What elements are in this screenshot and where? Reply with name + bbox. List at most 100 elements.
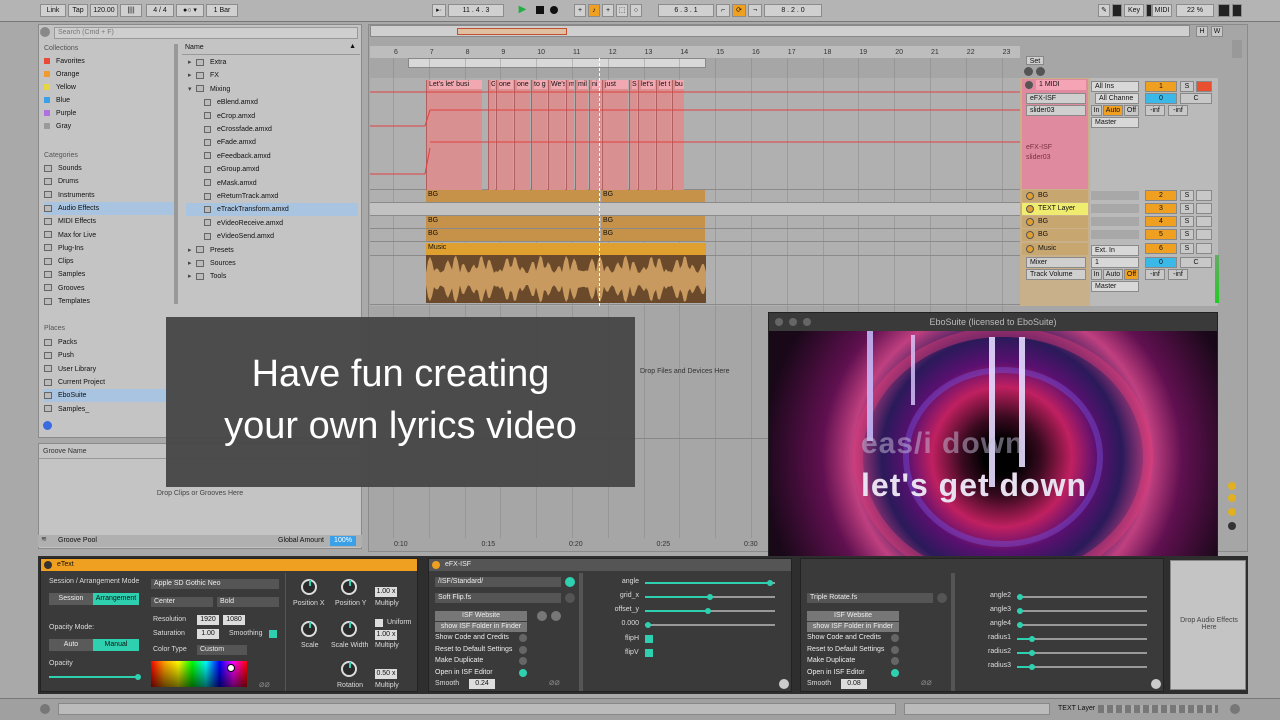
isf1-expand-icon[interactable]	[779, 679, 789, 689]
track-1-solo[interactable]: S	[1180, 81, 1194, 92]
file-list-item[interactable]: eTrackTransform.amxd	[186, 203, 358, 217]
track-activator[interactable]: 2	[1145, 190, 1177, 201]
place-item[interactable]: Push	[44, 349, 74, 362]
monitor-off-button[interactable]: Off	[1124, 105, 1139, 116]
music-channel-chooser[interactable]: 1	[1091, 257, 1139, 268]
browser-collapse-icon[interactable]	[40, 27, 50, 37]
isf1-flipv-checkbox[interactable]	[645, 649, 653, 657]
chevron-right-icon[interactable]: ▸	[188, 56, 196, 69]
key-map-indicator[interactable]	[1112, 4, 1122, 17]
collection-item[interactable]: Gray	[44, 120, 71, 133]
chevron-right-icon[interactable]: ▸	[188, 270, 196, 283]
file-list-item[interactable]: eBlend.amxd	[186, 96, 358, 109]
bg-clip-5[interactable]: BG	[426, 229, 600, 241]
isf1-website-button[interactable]: ISF Website	[435, 611, 527, 621]
track-header[interactable]: Music	[1022, 243, 1088, 255]
groove-drop-zone[interactable]: Drop Clips or Grooves Here	[39, 490, 361, 497]
track-1-volume[interactable]: 0	[1145, 93, 1177, 104]
file-list-item[interactable]: eCrossfade.amxd	[186, 123, 358, 136]
track-arm[interactable]	[1196, 229, 1212, 240]
drop-audio-effects-zone[interactable]: Drop Audio Effects Here	[1170, 560, 1246, 690]
font-chooser[interactable]: Apple SD Gothic Neo	[151, 579, 279, 589]
isf-param-slider[interactable]	[1017, 650, 1147, 656]
midi-map-button[interactable]: MIDI	[1152, 4, 1172, 17]
position-y-knob[interactable]	[341, 579, 357, 595]
isf-param-handle[interactable]	[707, 594, 713, 600]
isf1-next-icon[interactable]	[551, 611, 561, 621]
set-button[interactable]: Set	[1026, 56, 1044, 65]
track-arm[interactable]	[1196, 243, 1212, 254]
monitor-auto-button[interactable]: Auto	[1103, 105, 1123, 116]
file-list-item[interactable]: eMask.amxd	[186, 177, 358, 190]
isf1-prev-icon[interactable]	[537, 611, 547, 621]
isf-param-slider[interactable]	[1017, 594, 1147, 600]
category-item[interactable]: Sounds	[44, 162, 82, 175]
session-record-button[interactable]: ○	[630, 4, 642, 17]
video-window[interactable]: EboSuite (licensed to EboSuite) eas/i do…	[768, 312, 1218, 584]
category-item[interactable]: Clips	[44, 255, 74, 268]
chevron-right-icon[interactable]: ▸	[188, 244, 196, 257]
position-multiply-field[interactable]: 1.00 x	[375, 587, 397, 597]
monitor-in-button[interactable]: In	[1091, 105, 1102, 116]
category-item[interactable]: MIDI Effects	[44, 215, 96, 228]
locator-prev-icon[interactable]	[1024, 67, 1033, 76]
isf-param-slider[interactable]	[1017, 608, 1147, 614]
uniform-checkbox[interactable]	[375, 619, 383, 627]
isf1-title[interactable]: eFX-ISF	[429, 559, 791, 571]
resolution-width[interactable]: 1920	[197, 615, 219, 625]
isf-menu-item[interactable]: Open in ISF Editor	[435, 668, 493, 678]
file-list-item[interactable]: eFeedback.amxd	[186, 150, 358, 163]
bg-clip-1[interactable]: BG	[426, 190, 600, 202]
isf1-smooth-field[interactable]: 0.24	[469, 679, 495, 689]
track-fold-icon[interactable]	[1026, 205, 1034, 213]
resolution-height[interactable]: 1080	[223, 615, 245, 625]
isf1-open-icon[interactable]	[565, 593, 575, 603]
track-header[interactable]: TEXT Layer	[1022, 203, 1088, 215]
saturation-field[interactable]: 1.00	[197, 629, 219, 639]
category-item[interactable]: Templates	[44, 295, 90, 308]
bg-clip-3[interactable]: BG	[426, 216, 600, 228]
align-chooser[interactable]: Center	[151, 597, 213, 607]
isf-param-handle[interactable]	[1029, 636, 1036, 642]
metronome-toggle[interactable]: ●○ ▾	[176, 4, 204, 17]
groove-pool-icon[interactable]: ≋	[41, 535, 47, 543]
track-solo[interactable]: S	[1180, 229, 1194, 240]
track-header[interactable]: BG	[1022, 216, 1088, 228]
isf-param-handle[interactable]	[704, 608, 711, 614]
arrangement-scrollbar[interactable]	[1232, 40, 1242, 58]
overdub-button[interactable]: +	[574, 4, 586, 17]
file-list-item[interactable]: eGroup.amxd	[186, 163, 358, 176]
sort-icon[interactable]: ▲	[349, 43, 356, 50]
track-arm[interactable]	[1196, 203, 1212, 214]
key-map-button[interactable]: Key	[1124, 4, 1144, 17]
chevron-right-icon[interactable]: ▸	[188, 257, 196, 270]
isf-param-slider[interactable]	[1017, 622, 1147, 628]
automation-arm-button[interactable]: ♪	[588, 4, 600, 17]
music-volume[interactable]: 0	[1145, 257, 1177, 268]
isf1-fliph-checkbox[interactable]	[645, 635, 653, 643]
status-left-icon[interactable]	[40, 704, 50, 714]
smoothing-checkbox[interactable]	[269, 630, 277, 638]
isf2-open-icon[interactable]	[937, 593, 947, 603]
locator-next-icon[interactable]	[1036, 67, 1045, 76]
tempo-field[interactable]: 120.00	[90, 4, 118, 17]
arrangement-position[interactable]: 11 . 4 . 3	[448, 4, 504, 17]
collection-item[interactable]: Favorites	[44, 55, 85, 68]
isf-param-handle[interactable]	[1017, 608, 1023, 614]
midi-channel-chooser[interactable]: All Channe	[1095, 93, 1139, 104]
file-list-item[interactable]: ▸ Presets	[186, 244, 358, 257]
loop-brace[interactable]	[408, 58, 706, 68]
record-button[interactable]	[548, 4, 560, 17]
loop-start-field[interactable]: 6 . 3 . 1	[658, 4, 714, 17]
isf2-website-button[interactable]: ISF Website	[807, 611, 899, 621]
file-list-header[interactable]: Name ▲	[182, 43, 360, 55]
category-item[interactable]: Instruments	[44, 189, 95, 202]
device-nav-strip[interactable]	[1098, 705, 1218, 713]
music-waveform[interactable]	[426, 255, 706, 303]
isf1-power-icon[interactable]	[432, 561, 440, 569]
place-item[interactable]: Packs	[44, 336, 77, 349]
isf-menu-item[interactable]: Reset to Default Settings	[807, 645, 884, 655]
place-item[interactable]: EboSuite	[44, 389, 178, 403]
file-list-item[interactable]: ▾ Mixing	[186, 83, 358, 96]
scale-multiply-field[interactable]: 1.00 x	[375, 630, 397, 640]
